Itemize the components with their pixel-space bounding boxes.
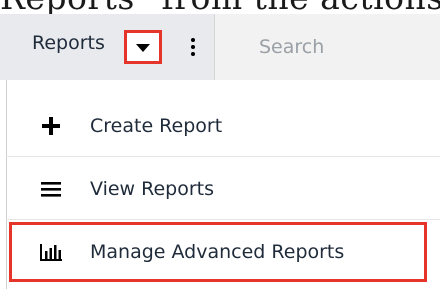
plus-icon bbox=[40, 115, 62, 137]
actions-dropdown-menu: Create Report View Reports Manage Advanc… bbox=[0, 80, 440, 289]
kebab-dot bbox=[191, 52, 195, 56]
menu-item-label: View Reports bbox=[90, 178, 215, 200]
menu-item-manage-advanced-reports[interactable]: Manage Advanced Reports bbox=[0, 222, 440, 282]
menu-separator bbox=[6, 219, 440, 220]
menu-separator bbox=[6, 156, 440, 157]
module-menu-caret-button[interactable] bbox=[124, 30, 162, 64]
list-icon bbox=[40, 178, 62, 200]
menu-item-create-report[interactable]: Create Report bbox=[0, 96, 440, 156]
caret-down-icon bbox=[136, 44, 150, 52]
screenshot-stage: Reports" from the actions m Reports bbox=[0, 0, 440, 289]
kebab-dot bbox=[191, 45, 195, 49]
search-area bbox=[215, 14, 440, 80]
menu-item-label: Create Report bbox=[90, 115, 223, 137]
search-input[interactable] bbox=[259, 32, 429, 62]
menu-item-label: Manage Advanced Reports bbox=[90, 241, 345, 263]
module-label[interactable]: Reports bbox=[32, 32, 105, 54]
bar-chart-icon bbox=[40, 241, 62, 263]
more-actions-button[interactable] bbox=[186, 32, 200, 62]
kebab-dot bbox=[191, 38, 195, 42]
module-tab-reports[interactable]: Reports bbox=[0, 14, 215, 80]
menu-item-view-reports[interactable]: View Reports bbox=[0, 159, 440, 219]
top-navigation-bar: Reports bbox=[0, 14, 440, 81]
